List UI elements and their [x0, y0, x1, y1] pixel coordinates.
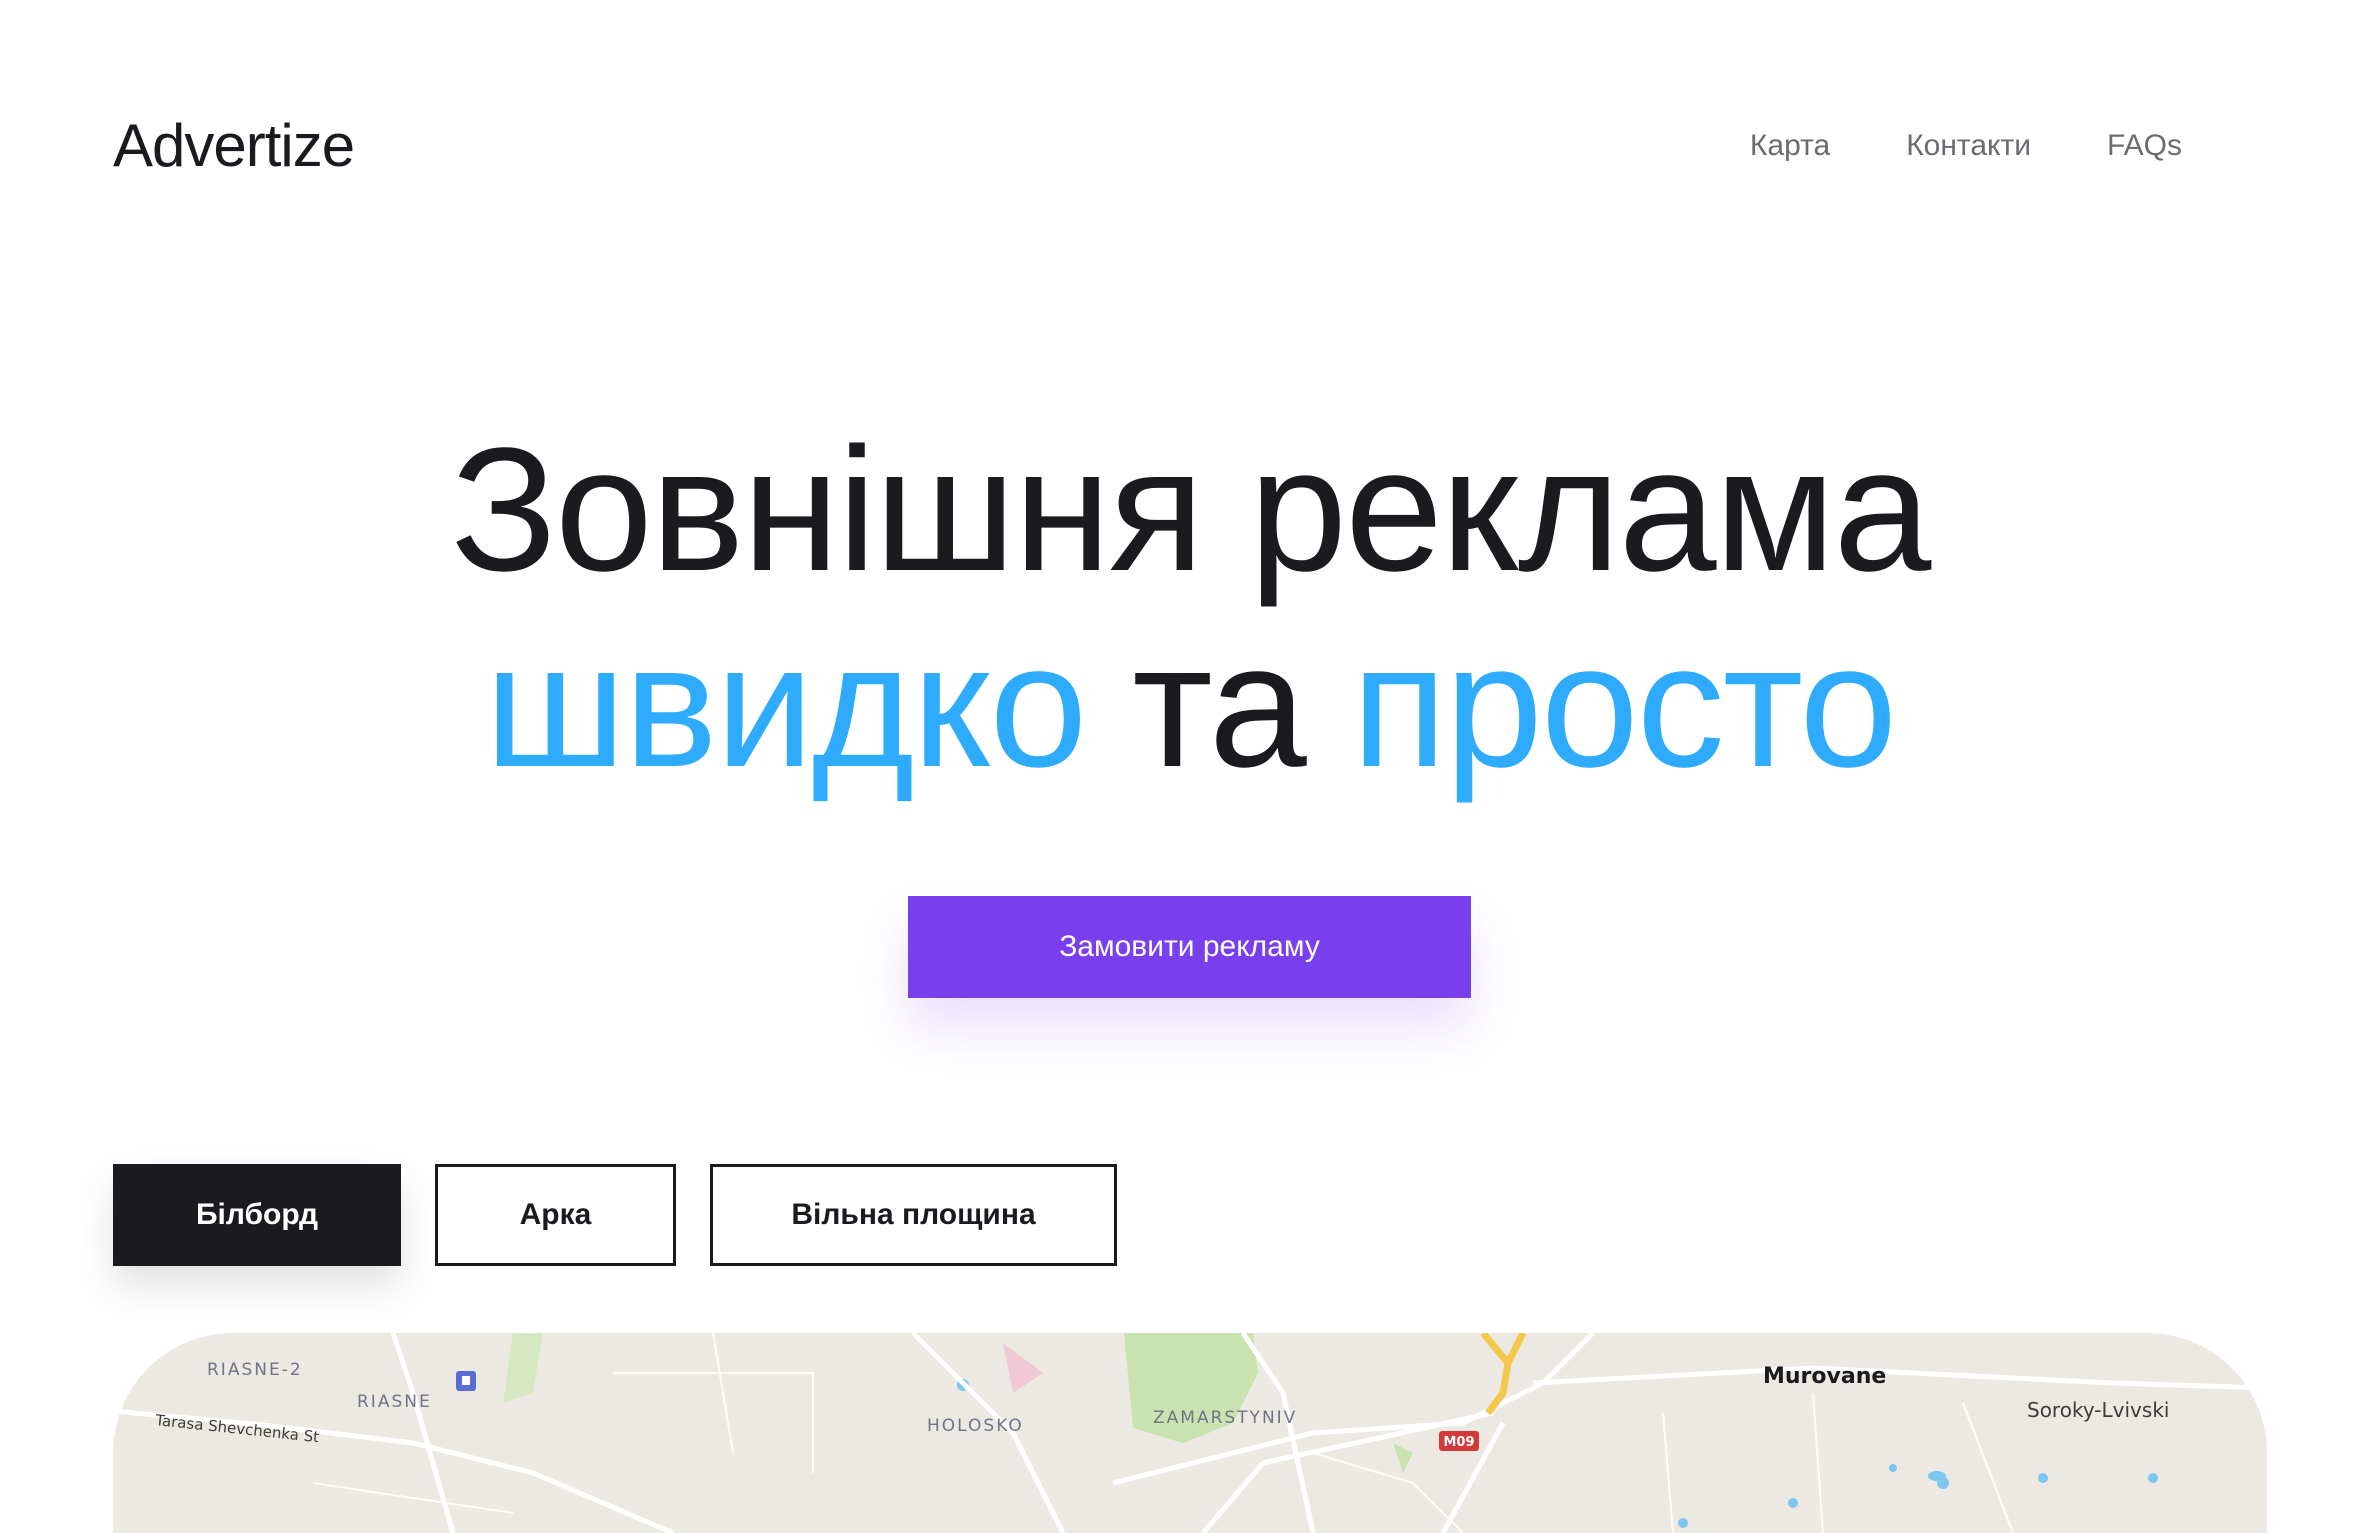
- water-area: [1788, 1498, 1798, 1508]
- hero-line-2: швидко та просто: [0, 608, 2380, 804]
- water-area: [1928, 1471, 1946, 1481]
- filter-billboard[interactable]: Білборд: [113, 1164, 401, 1266]
- hero-connector: та: [1132, 608, 1307, 804]
- hero-accent-simple: просто: [1351, 608, 1898, 804]
- hero-line-1: Зовнішня реклама: [450, 412, 1932, 608]
- filter-free-surface[interactable]: Вільна площина: [710, 1164, 1117, 1266]
- hospital-area: [1003, 1343, 1043, 1393]
- filter-arch[interactable]: Арка: [435, 1164, 676, 1266]
- map-view[interactable]: M09 RIASNE-2 RIASNE Tarasa Shevchenka St…: [113, 1333, 2267, 1533]
- nav-link-map[interactable]: Карта: [1750, 126, 1830, 166]
- hero-accent-fast: швидко: [484, 608, 1088, 804]
- water-area: [2148, 1473, 2158, 1483]
- park-area: [503, 1333, 543, 1403]
- map-label-riasne: RIASNE: [357, 1392, 432, 1412]
- map-label-riasne-2: RIASNE-2: [207, 1360, 303, 1380]
- water-area: [1889, 1464, 1897, 1472]
- order-ad-button[interactable]: Замовити рекламу: [908, 896, 1471, 998]
- park-area: [1393, 1443, 1413, 1473]
- map-label-murovane: Murovane: [1763, 1364, 1886, 1389]
- hero-heading: Зовнішня реклама швидко та просто: [0, 412, 2380, 804]
- ad-type-filters: Білборд Арка Вільна площина: [113, 1164, 1117, 1266]
- brand-logo[interactable]: Advertize: [113, 110, 355, 182]
- road-label-m09: M09: [1443, 1435, 1474, 1450]
- map-label-street: Tarasa Shevchenka St: [154, 1411, 321, 1446]
- map-label-zamarstyniv: ZAMARSTYNIV: [1153, 1408, 1297, 1428]
- water-area: [2038, 1473, 2048, 1483]
- nav-link-faqs[interactable]: FAQs: [2107, 126, 2182, 166]
- water-area: [1678, 1518, 1688, 1528]
- nav-link-contacts[interactable]: Контакти: [1906, 126, 2031, 166]
- map-label-soroky: Soroky-Lvivski: [2027, 1398, 2169, 1422]
- map-label-holosko: HOLOSKO: [927, 1416, 1024, 1436]
- top-navigation: Карта Контакти FAQs: [1750, 126, 2182, 166]
- map-canvas: M09 RIASNE-2 RIASNE Tarasa Shevchenka St…: [113, 1333, 2267, 1533]
